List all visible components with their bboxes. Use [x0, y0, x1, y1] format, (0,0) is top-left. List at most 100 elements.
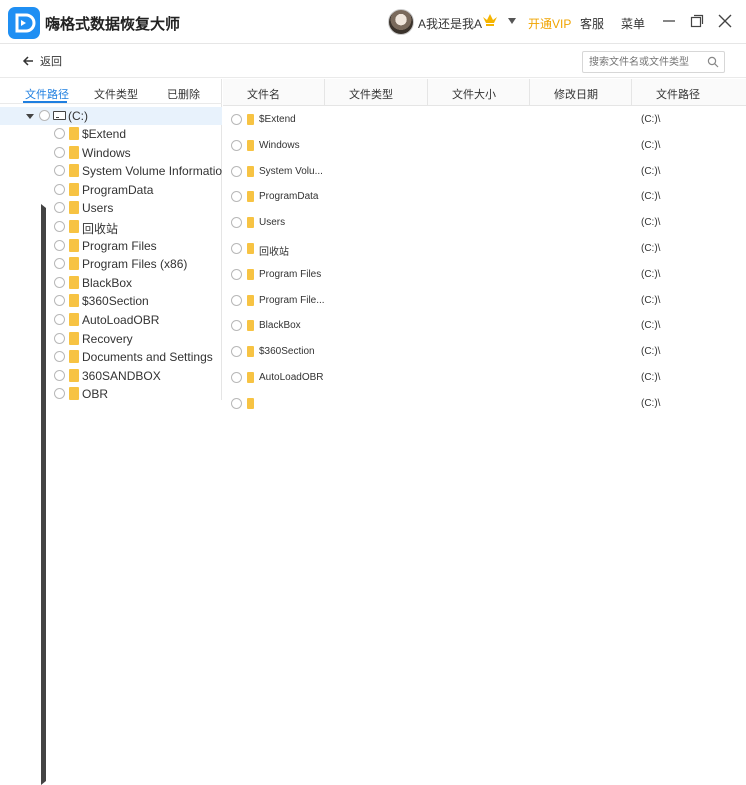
select-radio[interactable]	[39, 110, 50, 121]
select-radio[interactable]	[231, 320, 242, 332]
select-radio[interactable]	[231, 165, 242, 177]
select-radio[interactable]	[54, 351, 65, 363]
select-radio[interactable]	[54, 239, 65, 251]
tree-item[interactable]: Windows	[0, 144, 222, 544]
crown-icon	[483, 14, 497, 26]
tree-item[interactable]: $360Section	[0, 292, 222, 310]
service-button[interactable]: 客服	[580, 15, 604, 32]
table-row[interactable]: Windows (C:)\	[223, 133, 746, 159]
table-row[interactable]: $Extend (C:)\	[223, 107, 746, 133]
tree-item-label: AutoLoadOBR	[82, 313, 160, 327]
tree-item[interactable]: ProgramData	[0, 181, 222, 581]
column-header-path[interactable]: 文件路径	[632, 79, 746, 106]
column-header-size[interactable]: 文件大小	[428, 79, 530, 106]
select-radio[interactable]	[54, 295, 65, 307]
table-row[interactable]: AutoLoadOBR (C:)\	[223, 365, 746, 391]
select-radio[interactable]	[54, 276, 65, 288]
tree-item[interactable]: OBR	[0, 385, 222, 785]
select-radio[interactable]	[231, 139, 242, 151]
file-path: (C:)\	[641, 139, 661, 151]
tree-item[interactable]: $Extend	[0, 125, 222, 525]
select-radio[interactable]	[54, 221, 65, 232]
tree-item[interactable]: AutoLoadOBR	[0, 311, 222, 329]
tree-item-label: ProgramData	[82, 182, 154, 197]
tree-item[interactable]: Recovery	[0, 330, 222, 730]
select-radio[interactable]	[231, 114, 242, 125]
tree-root[interactable]: (C:)	[0, 107, 222, 125]
back-button[interactable]: 返回	[22, 53, 62, 69]
select-radio[interactable]	[231, 268, 242, 280]
file-name: 回收站	[259, 247, 289, 258]
file-path: (C:)\	[641, 217, 661, 229]
tree-item-label: Documents and Settings	[82, 350, 213, 365]
select-radio[interactable]	[54, 202, 65, 214]
folder-icon	[247, 217, 254, 229]
tree-item-label: $360Section	[82, 294, 149, 309]
folder-icon	[247, 294, 254, 306]
select-radio[interactable]	[54, 314, 65, 325]
table-row[interactable]: Program File... (C:)\	[223, 288, 746, 314]
tree-item-label: Recovery	[82, 331, 133, 346]
file-name: $360Section	[259, 346, 315, 358]
select-radio[interactable]	[54, 369, 65, 381]
file-path: (C:)\	[641, 320, 661, 332]
search-icon[interactable]	[707, 56, 719, 68]
select-radio[interactable]	[231, 346, 242, 358]
table-row[interactable]: 回收站 (C:)\	[223, 236, 746, 262]
search-box[interactable]	[582, 51, 725, 73]
avatar[interactable]	[388, 9, 414, 35]
tree-item[interactable]: System Volume Informatio	[0, 162, 223, 563]
select-radio[interactable]	[54, 165, 65, 177]
tree-item[interactable]: Users	[0, 199, 222, 600]
search-input[interactable]	[589, 55, 707, 69]
tree-item-label: 360SANDBOX	[82, 368, 161, 383]
file-table: 文件名 文件类型 文件大小 修改日期 文件路径 $Extend (C:)\ Wind…	[223, 79, 746, 409]
table-row[interactable]: Users (C:)\	[223, 210, 746, 236]
select-radio[interactable]	[54, 332, 65, 344]
tree-item[interactable]: BlackBox	[0, 274, 222, 674]
maximize-icon[interactable]	[688, 12, 706, 30]
menu-button[interactable]: 菜单	[621, 15, 645, 32]
expand-icon[interactable]	[41, 464, 564, 785]
select-radio[interactable]	[231, 217, 242, 229]
file-path: (C:)\	[641, 165, 661, 177]
username[interactable]: A我还是我A	[418, 15, 482, 32]
tree-item-label: OBR	[82, 387, 109, 402]
select-radio[interactable]	[231, 372, 242, 383]
tree-item[interactable]: 回收站	[0, 218, 222, 618]
tree-item[interactable]: 360SANDBOX	[0, 367, 222, 385]
table-row[interactable]: Program Files (C:)\	[223, 262, 746, 288]
collapse-icon[interactable]	[26, 114, 34, 119]
select-radio[interactable]	[54, 388, 65, 400]
select-radio[interactable]	[54, 183, 65, 195]
tab-file-path[interactable]: 文件路径	[25, 86, 69, 102]
tree-item[interactable]: Documents and Settings	[0, 348, 222, 366]
column-header-date[interactable]: 修改日期	[530, 79, 632, 106]
table-row[interactable]: (C:)\	[223, 391, 746, 417]
select-radio[interactable]	[231, 397, 242, 409]
tab-file-type[interactable]: 文件类型	[94, 86, 138, 102]
select-radio[interactable]	[231, 294, 242, 306]
table-row[interactable]: $360Section (C:)\	[223, 339, 746, 365]
file-path: (C:)\	[641, 191, 661, 203]
close-icon[interactable]	[716, 12, 734, 30]
select-radio[interactable]	[231, 243, 242, 254]
select-radio[interactable]	[54, 258, 65, 270]
tree-item[interactable]: Program Files (x86)	[0, 255, 222, 656]
account-dropdown-icon[interactable]	[508, 18, 516, 24]
tab-deleted[interactable]: 已删除	[167, 86, 200, 102]
vip-button[interactable]: 开通VIP	[528, 15, 571, 32]
table-row[interactable]: System Volu... (C:)\	[223, 159, 746, 185]
file-name: Program Files	[259, 268, 322, 280]
table-row[interactable]: BlackBox (C:)\	[223, 313, 746, 339]
column-header-name[interactable]: 文件名	[223, 79, 325, 106]
minimize-icon[interactable]	[660, 12, 678, 30]
column-header-type[interactable]: 文件类型	[325, 79, 428, 106]
tree-item[interactable]: Program Files	[0, 237, 222, 637]
select-radio[interactable]	[54, 128, 65, 139]
table-row[interactable]: ProgramData (C:)\	[223, 184, 746, 210]
select-radio[interactable]	[231, 191, 242, 203]
select-radio[interactable]	[54, 146, 65, 158]
tree-item-label: Users	[82, 201, 114, 216]
tree-item-label: System Volume Informatio	[82, 164, 223, 179]
